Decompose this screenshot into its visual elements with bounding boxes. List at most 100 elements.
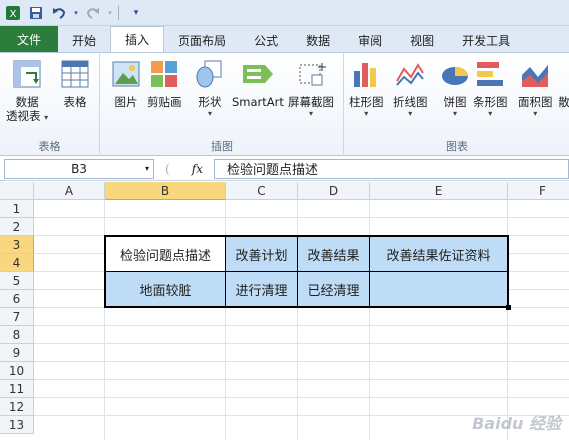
area-chart-icon [518, 57, 552, 91]
bar-chart-button[interactable]: 条形图 ▾ [473, 57, 508, 119]
undo-icon[interactable] [49, 3, 69, 23]
tab-home[interactable]: 开始 [58, 28, 110, 52]
gridline [34, 343, 569, 344]
gridline [34, 217, 569, 218]
clipart-button[interactable]: 剪贴画 [147, 57, 182, 109]
gridline [34, 379, 569, 380]
area-chart-button[interactable]: 面积图 ▾ [518, 57, 553, 119]
gridline [34, 361, 569, 362]
line-chart-button[interactable]: 折线图 ▾ [393, 57, 428, 119]
svg-text:X: X [10, 9, 17, 20]
ribbon-tabs: 文件 开始 插入 页面布局 公式 数据 审阅 视图 开发工具 [0, 26, 569, 52]
chevron-down-icon: ▾ [207, 109, 212, 118]
tab-developer[interactable]: 开发工具 [448, 28, 524, 52]
row-header-3[interactable]: 3 [0, 236, 34, 254]
gridline [34, 325, 569, 326]
chevron-down-icon: ▾ [452, 109, 457, 118]
area-chart-label: 面积图 [518, 95, 553, 109]
picture-label: 图片 [114, 95, 138, 109]
pie-chart-label: 饼图 [443, 95, 467, 109]
chevron-down-icon[interactable]: ▾ [145, 164, 149, 173]
row-header-6[interactable]: 6 [0, 290, 34, 308]
column-chart-icon [349, 57, 383, 91]
group-illustrations: 图片 剪贴画 形状 ▾ SmartArt 屏幕截图 ▾ 插图 [101, 53, 344, 156]
pivot-table-label-2: 透视表 [6, 109, 41, 123]
smartart-button[interactable]: SmartArt [232, 57, 284, 109]
row-header-12[interactable]: 12 [0, 398, 34, 416]
pivot-table-label-1: 数据 [15, 95, 39, 109]
tab-formulas[interactable]: 公式 [240, 28, 292, 52]
ribbon-insert: 数据 透视表 ▾ 表格 表格 图片 剪贴画 形状 ▾ SmartArt 屏幕截图… [0, 52, 569, 156]
spreadsheet-grid[interactable]: A B C D E F 1 2 3 4 5 6 7 8 9 10 11 12 1… [0, 182, 569, 440]
column-header-e[interactable]: E [370, 182, 508, 200]
picture-button[interactable]: 图片 [109, 57, 143, 109]
shapes-icon [193, 57, 227, 91]
cell-b3[interactable]: 检验问题点描述 [105, 236, 226, 272]
smartart-icon [241, 57, 275, 91]
customize-icon[interactable]: ▾ [126, 3, 146, 23]
row-header-9[interactable]: 9 [0, 344, 34, 362]
screenshot-label: 屏幕截图 [288, 95, 334, 109]
tab-file[interactable]: 文件 [0, 26, 59, 52]
scatter-chart-button[interactable]: 散 [559, 57, 569, 109]
tab-review[interactable]: 审阅 [344, 28, 396, 52]
cell-e5[interactable] [369, 271, 508, 307]
column-chart-label: 柱形图 [349, 95, 384, 109]
row-header-2[interactable]: 2 [0, 218, 34, 236]
chevron-down-icon: ▾ [44, 113, 49, 122]
undo-dropdown-icon[interactable]: ▾ [72, 3, 80, 23]
pivot-table-button[interactable]: 数据 透视表 ▾ [6, 57, 48, 123]
row-header-5[interactable]: 5 [0, 272, 34, 290]
scatter-chart-icon [559, 57, 569, 91]
screenshot-button[interactable]: 屏幕截图 ▾ [288, 57, 334, 119]
cell-b5[interactable]: 地面较脏 [105, 271, 226, 307]
formula-input[interactable]: 检验问题点描述 [214, 158, 569, 179]
row-header-13[interactable]: 13 [0, 416, 34, 434]
redo-icon[interactable] [83, 3, 103, 23]
column-header-f[interactable]: F [508, 182, 569, 200]
name-box-value: B3 [71, 161, 87, 176]
cell-d3[interactable]: 改善结果 [297, 236, 370, 272]
row-header-11[interactable]: 11 [0, 380, 34, 398]
formula-bar-handle[interactable]: ( [165, 162, 170, 176]
row-header-1[interactable]: 1 [0, 200, 34, 218]
select-all-button[interactable] [0, 182, 34, 200]
column-header-b[interactable]: B [105, 182, 226, 200]
bar-chart-label: 条形图 [473, 95, 508, 109]
tab-page-layout[interactable]: 页面布局 [164, 28, 240, 52]
table-button[interactable]: 表格 [58, 57, 92, 109]
pie-chart-icon [438, 57, 472, 91]
cell-e3[interactable]: 改善结果佐证资料 [369, 236, 508, 272]
formula-controls: ( fx [154, 162, 214, 176]
tab-data[interactable]: 数据 [292, 28, 344, 52]
row-header-10[interactable]: 10 [0, 362, 34, 380]
shapes-button[interactable]: 形状 ▾ [193, 57, 227, 119]
cell-d5[interactable]: 已经清理 [297, 271, 370, 307]
column-header-c[interactable]: C [226, 182, 298, 200]
chevron-down-icon: ▾ [408, 109, 413, 118]
group-tables-label: 表格 [38, 140, 61, 153]
save-icon[interactable] [26, 3, 46, 23]
tab-view[interactable]: 视图 [396, 28, 448, 52]
picture-icon [109, 57, 143, 91]
column-chart-button[interactable]: 柱形图 ▾ [349, 57, 384, 119]
gridline [34, 307, 569, 308]
cell-c5[interactable]: 进行清理 [225, 271, 298, 307]
row-header-4[interactable]: 4 [0, 254, 34, 272]
name-box[interactable]: B3 ▾ [4, 158, 154, 179]
redo-dropdown-icon[interactable]: ▾ [106, 3, 114, 23]
pie-chart-button[interactable]: 饼图 ▾ [438, 57, 472, 119]
watermark: Baidu 经验 [472, 414, 561, 433]
tab-insert[interactable]: 插入 [110, 26, 165, 52]
column-header-a[interactable]: A [34, 182, 105, 200]
table-icon [58, 57, 92, 91]
bar-chart-icon [473, 57, 507, 91]
column-header-d[interactable]: D [298, 182, 370, 200]
insert-function-button[interactable]: fx [192, 162, 203, 176]
chevron-down-icon: ▾ [488, 109, 493, 118]
row-header-7[interactable]: 7 [0, 308, 34, 326]
fill-handle[interactable] [506, 305, 511, 310]
cell-c3[interactable]: 改善计划 [225, 236, 298, 272]
excel-icon: X [3, 3, 23, 23]
row-header-8[interactable]: 8 [0, 326, 34, 344]
